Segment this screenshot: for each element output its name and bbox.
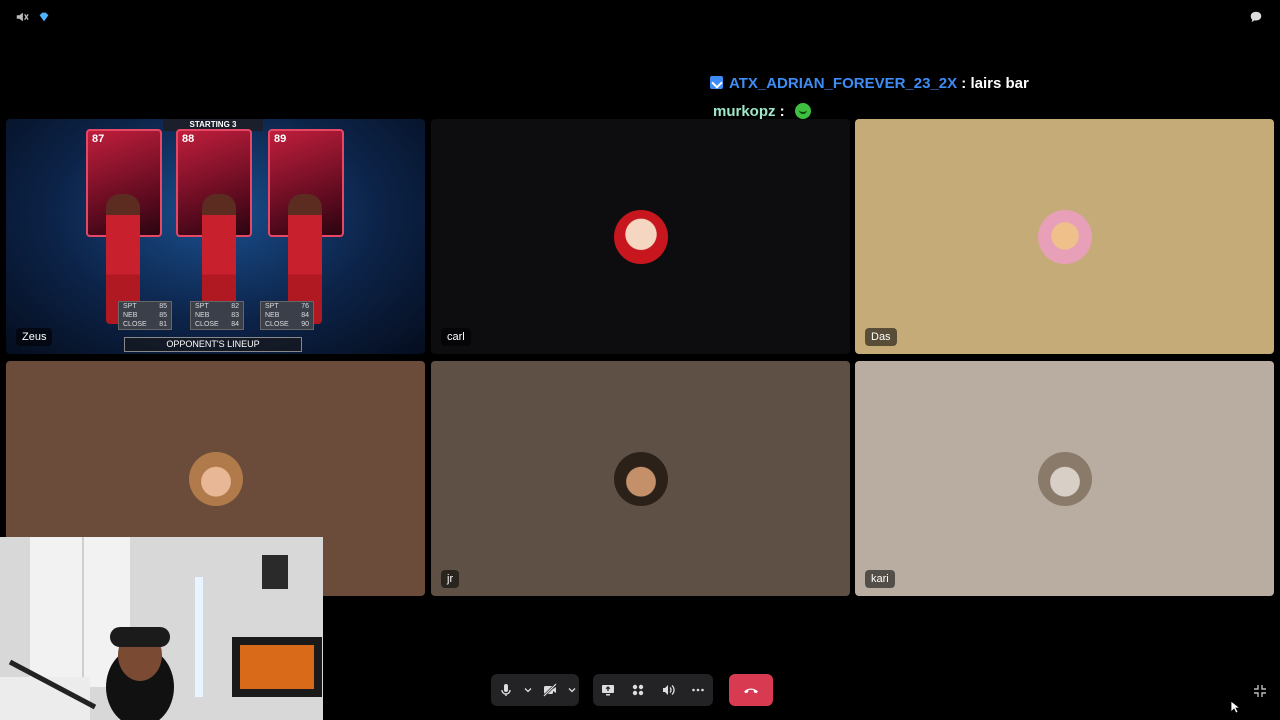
green-emote-icon [794, 103, 811, 119]
microphone-button[interactable] [491, 674, 521, 706]
audio-video-controls [491, 674, 579, 706]
chat-message: murkopz : [713, 103, 811, 120]
avatar [1037, 209, 1092, 264]
soundboard-icon [663, 685, 675, 695]
activities-icon [632, 684, 644, 696]
video-tile-das[interactable]: Das [855, 119, 1274, 354]
more-dots-icon [692, 688, 704, 692]
video-tile-jr[interactable]: jr [431, 361, 850, 596]
card-rating: 89 [274, 133, 287, 145]
participant-name: kari [865, 570, 895, 588]
disconnect-button[interactable] [729, 674, 773, 706]
microphone-icon [501, 684, 511, 696]
speaker-mute-icon[interactable] [15, 10, 29, 24]
microphone-options-caret[interactable] [521, 674, 535, 706]
stat-box: SPT 85 NEB 85 CLOSE 81 [118, 301, 172, 330]
chat-message: ATX_ADRIAN_FOREVER_23_2X : lairs bar [710, 75, 1029, 92]
card-rating: 88 [182, 133, 195, 145]
video-tile-kari[interactable]: kari [855, 361, 1274, 596]
chevron-down-icon [524, 688, 532, 693]
video-tile-carl[interactable]: carl [431, 119, 850, 354]
activity-controls [593, 674, 713, 706]
stat-box: SPT 76 NEB 84 CLOSE 90 [260, 301, 314, 330]
stat-box: SPT 82 NEB 83 CLOSE 84 [190, 301, 244, 330]
mouse-cursor-icon [1230, 700, 1244, 714]
camera-options-caret[interactable] [565, 674, 579, 706]
nitro-gem-icon [37, 10, 51, 24]
chat-username: murkopz [713, 103, 776, 120]
streamer-webcam [0, 537, 323, 720]
participant-name: Das [865, 328, 897, 346]
camera-off-icon [543, 683, 557, 697]
video-tile-zeus[interactable]: STARTING 3 87 88 89 SPT 85 NEB 85 CLOSE 81 … [6, 119, 425, 354]
camera-button[interactable] [535, 674, 565, 706]
hang-up-icon [744, 688, 758, 694]
screen-share-button[interactable] [593, 674, 623, 706]
game-footer: OPPONENT'S LINEUP [124, 337, 302, 352]
card-rating: 87 [92, 133, 105, 145]
chevron-down-icon [568, 688, 576, 693]
avatar [613, 451, 668, 506]
chat-separator: : [957, 75, 971, 92]
chat-separator: : [775, 103, 789, 120]
chat-username: ATX_ADRIAN_FOREVER_23_2X [729, 75, 958, 92]
avatar [613, 209, 668, 264]
more-options-button[interactable] [683, 674, 713, 706]
soundboard-button[interactable] [653, 674, 683, 706]
chat-bubble-icon[interactable] [1249, 10, 1263, 24]
activities-button[interactable] [623, 674, 653, 706]
participant-name: jr [441, 570, 460, 588]
participant-name: Zeus [16, 328, 53, 346]
exit-fullscreen-icon[interactable] [1253, 684, 1267, 698]
avatar [1037, 451, 1092, 506]
chat-text: lairs bar [970, 75, 1029, 92]
subscriber-badge-icon [710, 76, 723, 89]
participant-name: carl [441, 328, 471, 346]
avatar [188, 451, 243, 506]
screen-share-icon [602, 685, 614, 696]
